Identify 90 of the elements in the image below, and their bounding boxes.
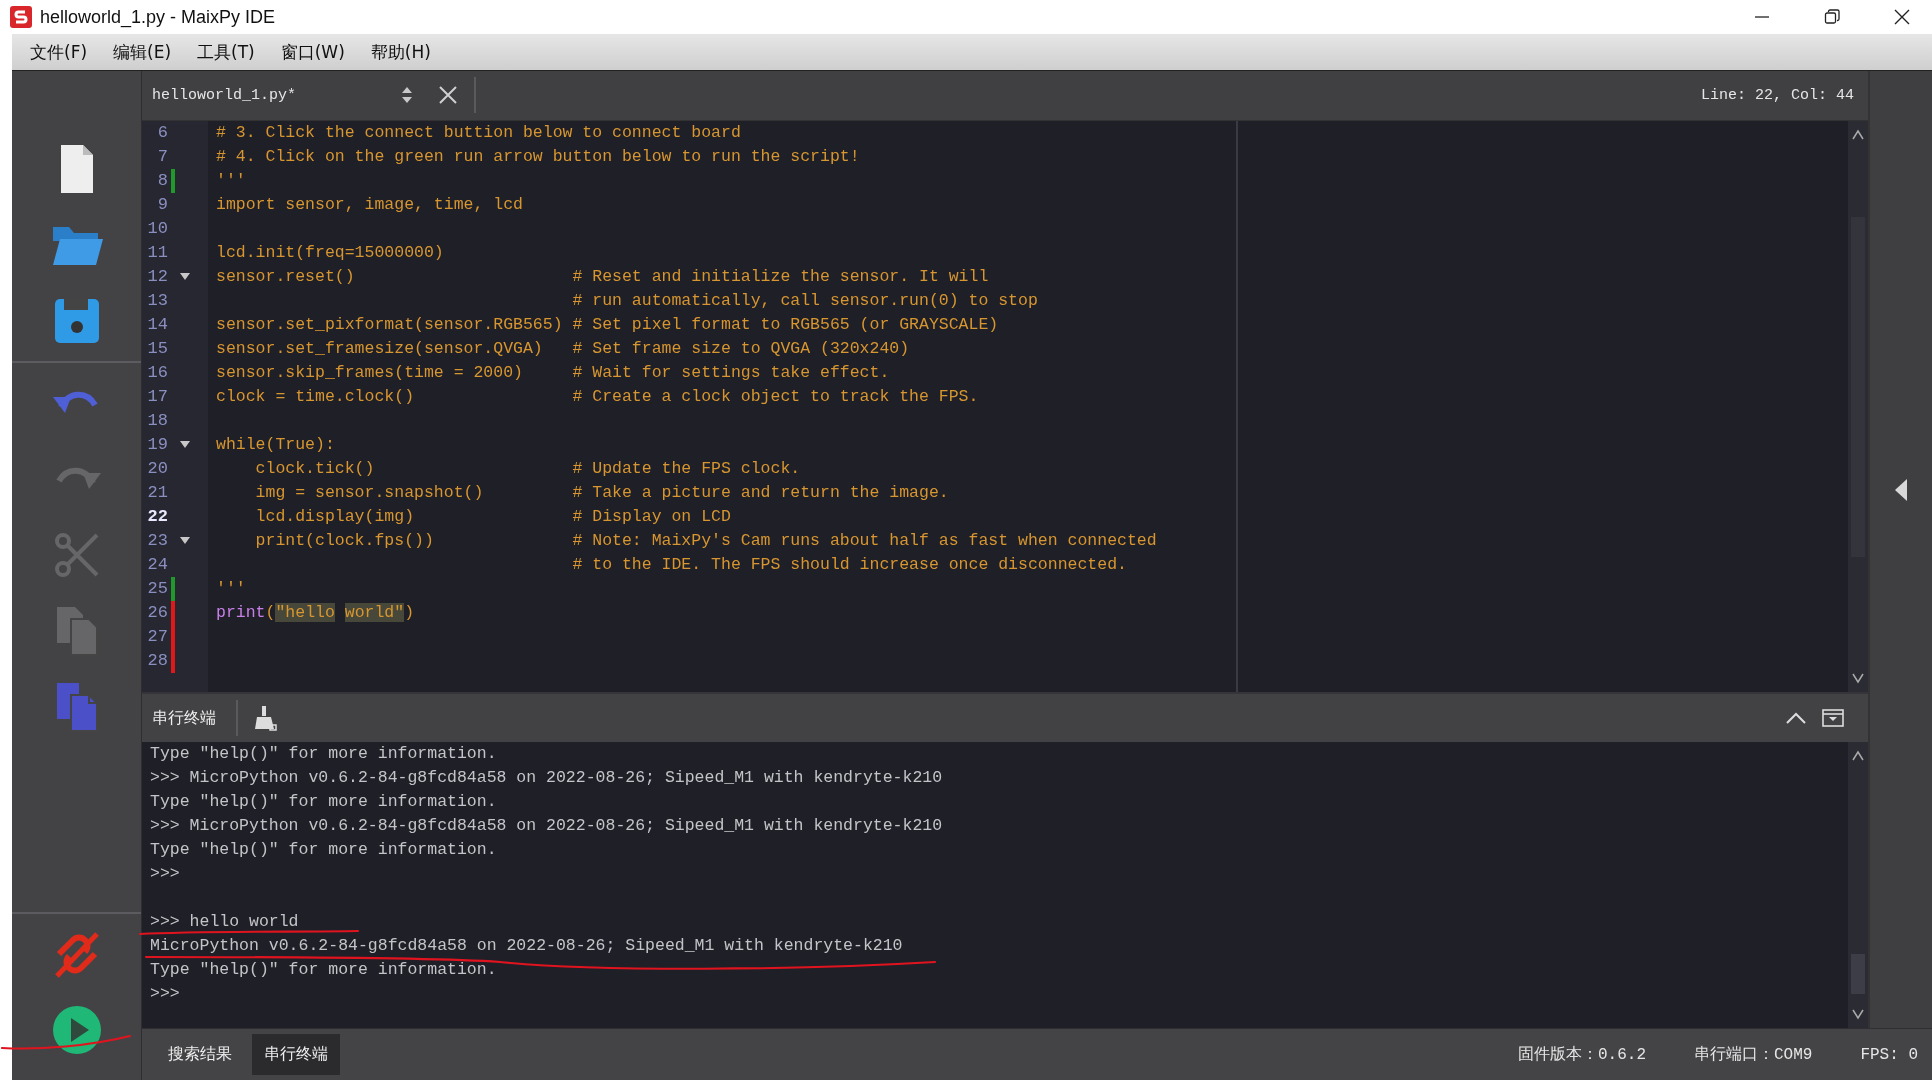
- line-number: 6: [156, 123, 168, 143]
- fold-arrow-icon[interactable]: [180, 537, 190, 545]
- code-line: while(True):: [216, 434, 335, 454]
- code-line: # 4. Click on the green run arrow button below to run the script!: [216, 146, 860, 166]
- menu-item[interactable]: 帮助(H): [368, 38, 433, 66]
- close-icon[interactable]: [1894, 9, 1910, 25]
- line-number: 7: [156, 147, 168, 167]
- line-number: 10: [146, 219, 168, 239]
- code-line: import sensor, image, time, lcd: [216, 194, 523, 214]
- code-line: # 3. Click the connect buttion below to connect board: [216, 122, 741, 142]
- code-comment: # Note: MaixPy's Cam runs about half as fast when connected: [572, 530, 1157, 550]
- line-number: 24: [146, 555, 168, 575]
- line-number: 27: [146, 627, 168, 647]
- code-line: sensor.reset(): [216, 265, 356, 288]
- code-comment: # Set frame size to QVGA (320x240): [572, 338, 910, 358]
- line-number: 26: [146, 603, 168, 623]
- line-number: 9: [156, 195, 168, 215]
- panel-tab[interactable]: 串行终端: [252, 1034, 340, 1075]
- code-line: print("hello world"): [216, 602, 415, 622]
- line-number: 14: [146, 315, 168, 335]
- fold-arrow-icon[interactable]: [180, 273, 190, 281]
- line-number: 11: [146, 243, 168, 263]
- terminal-line: Type "help()" for more information.: [150, 960, 497, 980]
- cursor-position: Line: 22, Col: 44: [1700, 86, 1855, 104]
- restore-icon[interactable]: [1824, 9, 1840, 25]
- terminal-line: Type "help()" for more information.: [150, 792, 497, 812]
- line-number: 17: [146, 387, 168, 407]
- caret-up-icon[interactable]: [1786, 712, 1806, 725]
- window-title: helloworld_1.py - MaixPy IDE: [40, 6, 276, 28]
- code-line: clock.tick(): [254, 457, 376, 480]
- code-comment: # run automatically, call sensor.run(0) to stop: [572, 290, 1038, 310]
- line-number: 20: [146, 459, 168, 479]
- code-comment: # Set pixel format to RGB565 (or GRAYSCALE): [572, 314, 999, 334]
- expand-sidebar-icon[interactable]: [1894, 477, 1908, 502]
- code-line: img = sensor.snapshot(): [254, 481, 485, 504]
- line-number: 23: [146, 531, 168, 551]
- menu-item[interactable]: 编辑(E): [111, 38, 174, 66]
- scroll-up-icon[interactable]: [1852, 128, 1864, 141]
- line-number: 15: [146, 339, 168, 359]
- broom-icon[interactable]: [254, 705, 278, 732]
- code-line: sensor.skip_frames(time = 2000): [216, 361, 524, 384]
- line-number: 12: [146, 267, 168, 287]
- fold-arrow-icon[interactable]: [180, 441, 190, 449]
- line-number: 19: [146, 435, 168, 455]
- code-comment: # Reset and initialize the sensor. It will: [572, 266, 989, 286]
- scroll-down-icon[interactable]: [1852, 1008, 1864, 1020]
- code-comment: # Update the FPS clock.: [572, 458, 801, 478]
- line-number: 18: [146, 411, 168, 431]
- menu-item[interactable]: 文件(F): [28, 38, 90, 66]
- close-file-icon[interactable]: [438, 85, 458, 106]
- code-line: clock = time.clock(): [216, 385, 416, 408]
- line-number: 25: [146, 579, 168, 599]
- terminal-line: >>>: [150, 984, 180, 1004]
- terminal-line: >>>: [150, 864, 180, 884]
- code-line: lcd.display(img): [254, 505, 416, 528]
- panel-title: 串行终端: [152, 707, 217, 729]
- menu-item[interactable]: 窗口(W): [278, 38, 347, 66]
- code-line: print(clock.fps()): [254, 529, 435, 552]
- code-line: sensor.set_pixformat(sensor.RGB565): [216, 313, 564, 336]
- menu-item[interactable]: 工具(T): [195, 38, 257, 66]
- code-comment: # to the IDE. The FPS should increase once disconnected.: [572, 554, 1127, 574]
- line-number: 16: [146, 363, 168, 383]
- status-text: FPS: 0: [1860, 1045, 1918, 1064]
- code-line: ''': [216, 170, 246, 190]
- status-text: 固件版本：0.6.2: [1517, 1045, 1646, 1065]
- terminal-line: MicroPython v0.6.2-84-g8fcd84a58 on 2022-08-26; Sipeed_M1 with kendryte-k210: [150, 936, 903, 956]
- terminal-line: >>> MicroPython v0.6.2-84-g8fcd84a58 on 2022-08-26; Sipeed_M1 with kendryte-k210: [150, 816, 943, 836]
- code-line: sensor.set_framesize(sensor.QVGA): [216, 337, 544, 360]
- code-comment: # Display on LCD: [572, 506, 731, 526]
- code-comment: # Take a picture and return the image.: [572, 482, 949, 502]
- terminal-line: >>> hello world: [150, 912, 299, 932]
- code-comment: # Wait for settings take effect.: [572, 362, 890, 382]
- line-number: 22: [146, 507, 168, 527]
- line-number: 8: [156, 171, 168, 191]
- terminal-line: >>> MicroPython v0.6.2-84-g8fcd84a58 on 2022-08-26; Sipeed_M1 with kendryte-k210: [150, 768, 943, 788]
- code-comment: # Create a clock object to track the FPS.: [572, 386, 979, 406]
- terminal-line: Type "help()" for more information.: [150, 840, 497, 860]
- scroll-up-icon[interactable]: [1852, 750, 1864, 763]
- app-logo-icon: [10, 6, 32, 28]
- line-number: 21: [146, 483, 168, 503]
- file-selector[interactable]: helloworld_1.py*: [142, 71, 422, 120]
- scroll-down-icon[interactable]: [1852, 672, 1864, 685]
- code-line: lcd.init(freq=15000000): [216, 242, 444, 262]
- code-line: ''': [216, 578, 246, 598]
- line-number: 28: [146, 651, 168, 671]
- terminal-line: Type "help()" for more information.: [150, 744, 497, 764]
- status-text: 串行端口：COM9: [1694, 1045, 1813, 1065]
- minimize-panel-icon[interactable]: [1822, 709, 1844, 728]
- line-number: 13: [146, 291, 168, 311]
- panel-tab[interactable]: 搜索结果: [156, 1034, 244, 1075]
